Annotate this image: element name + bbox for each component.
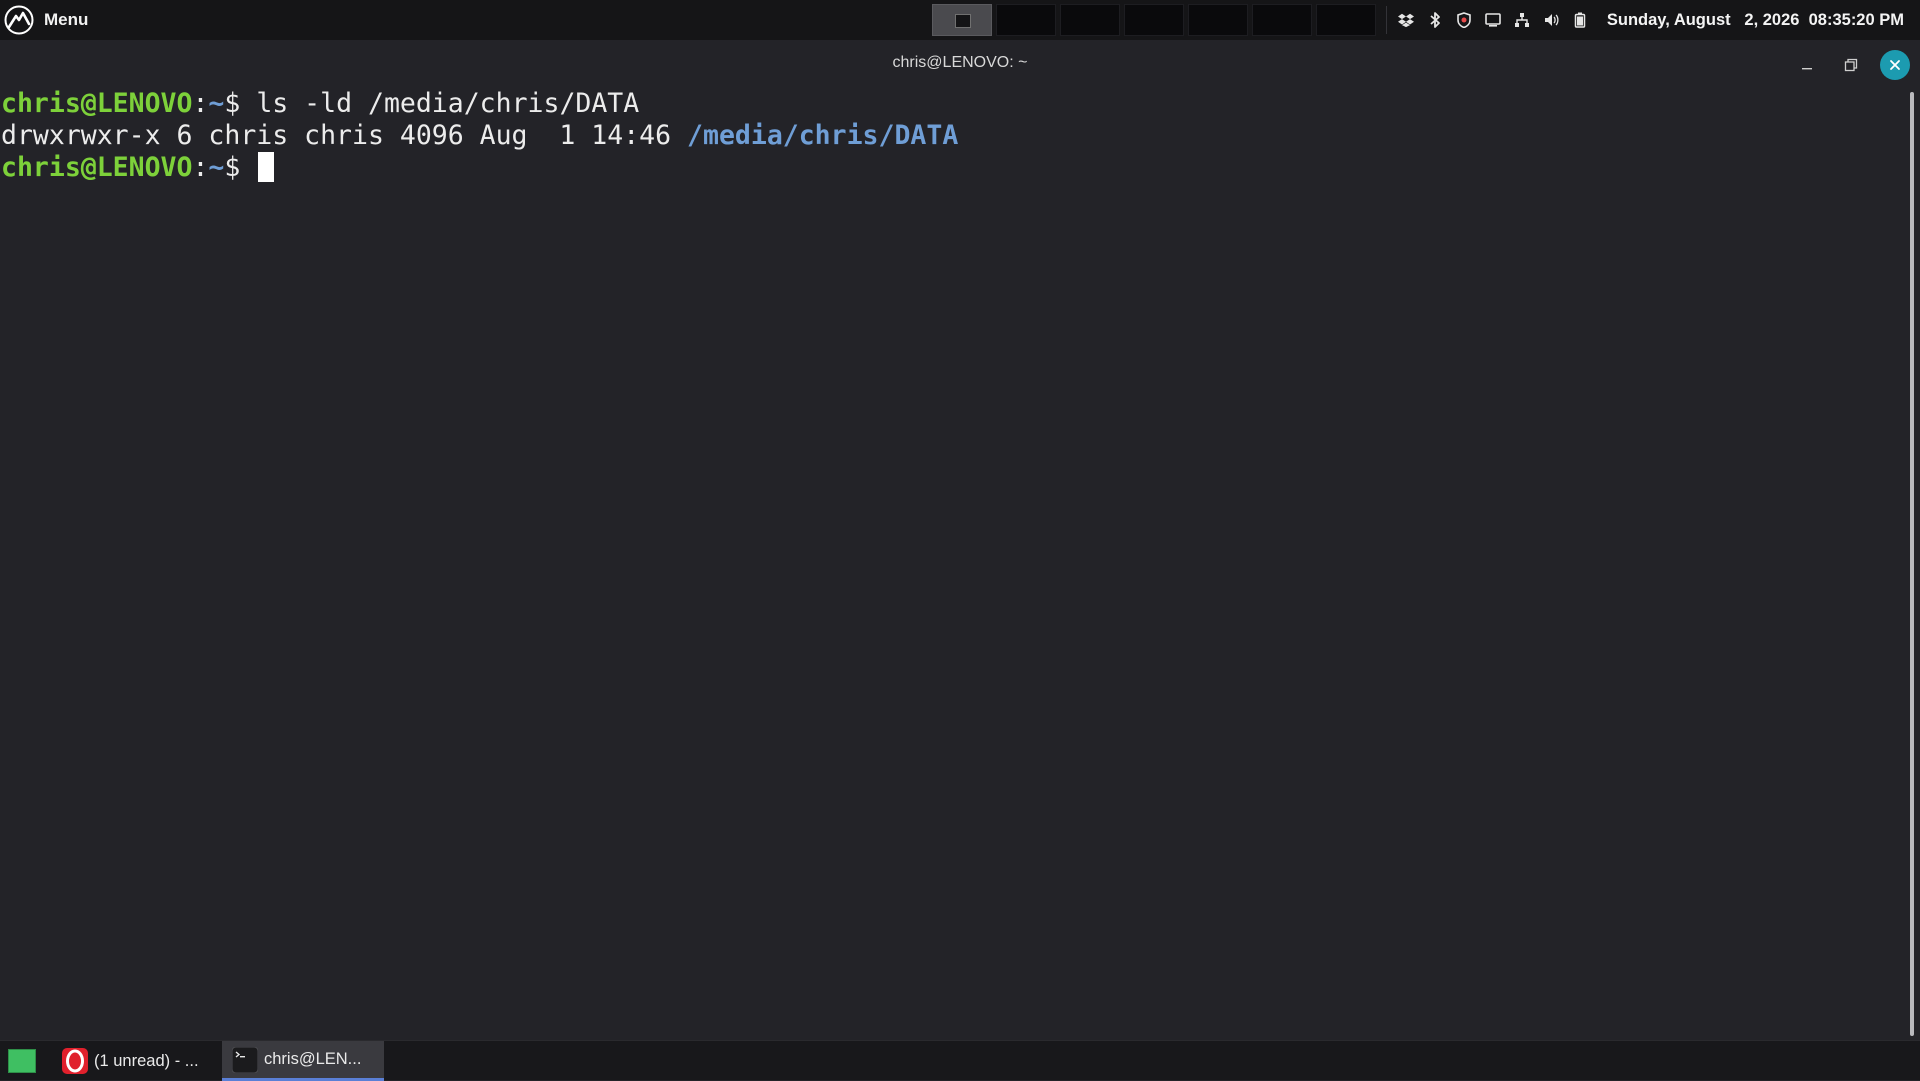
terminal-line-output: drwxrwxr-x 6 chris chris 4096 Aug 1 14:4… — [1, 120, 1910, 152]
prompt-user-host: chris@LENOVO — [1, 152, 193, 183]
workspace-7[interactable] — [1316, 4, 1376, 36]
workspace-6[interactable] — [1252, 4, 1312, 36]
taskbar-item-label: (1 unread) - ... — [94, 1051, 199, 1070]
workspace-4[interactable] — [1124, 4, 1184, 36]
listing-output: drwxrwxr-x 6 chris chris 4096 Aug 1 14:4… — [1, 120, 688, 151]
workspace-2[interactable] — [996, 4, 1056, 36]
prompt-user-host: chris@LENOVO — [1, 88, 193, 119]
shield-icon[interactable] — [1456, 12, 1472, 28]
workspace-window-thumbnail — [955, 14, 971, 28]
window-title: chris@LENOVO: ~ — [892, 54, 1028, 71]
clock[interactable]: Sunday, August 2, 2026 08:35:20 PM — [1607, 4, 1904, 36]
prompt-path: ~ — [208, 88, 225, 119]
restore-icon — [1844, 58, 1858, 72]
close-icon — [1890, 60, 1900, 70]
menu-button[interactable]: Menu — [4, 4, 88, 36]
terminal-titlebar[interactable]: chris@LENOVO: ~ — [0, 40, 1920, 88]
display-icon[interactable] — [1485, 12, 1501, 28]
terminal-scrollbar[interactable] — [1910, 92, 1914, 1036]
prompt-path: ~ — [208, 152, 225, 183]
minimize-icon — [1802, 68, 1812, 70]
prompt-colon: : — [192, 152, 209, 183]
prompt-symbol: $ — [224, 88, 257, 119]
system-tray — [1398, 4, 1588, 36]
prompt-colon: : — [192, 88, 209, 119]
bluetooth-icon[interactable] — [1427, 12, 1443, 28]
maximize-button[interactable] — [1836, 50, 1866, 80]
taskbar-item-opera[interactable]: (1 unread) - ... — [52, 1041, 220, 1081]
opera-icon — [62, 1048, 88, 1074]
top-panel: Menu Sunday, August 2, 2026 08:35:20 PM — [0, 0, 1920, 40]
command-text: ls -ld /media/chris/DATA — [256, 88, 640, 119]
taskbar-item-label: chris@LEN... — [264, 1050, 362, 1068]
menu-label: Menu — [44, 10, 89, 29]
panel-separator — [1386, 6, 1387, 34]
terminal-line-prompt: chris@LENOVO:~$ — [1, 152, 1910, 184]
workspace-1[interactable] — [932, 4, 992, 36]
network-icon[interactable] — [1514, 12, 1530, 28]
terminal-line-command: chris@LENOVO:~$ ls -ld /media/chris/DATA — [1, 88, 1910, 120]
menu-logo-icon — [4, 5, 34, 35]
terminal-output[interactable]: chris@LENOVO:~$ ls -ld /media/chris/DATA… — [0, 88, 1910, 1040]
workspace-5[interactable] — [1188, 4, 1248, 36]
close-button[interactable] — [1880, 50, 1910, 80]
prompt-symbol: $ — [224, 152, 257, 183]
workspace-switcher — [932, 4, 1376, 36]
terminal-icon — [232, 1046, 258, 1073]
dropbox-icon[interactable] — [1398, 12, 1414, 28]
show-desktop-button[interactable] — [8, 1049, 36, 1073]
text-cursor — [258, 152, 275, 182]
volume-icon[interactable] — [1543, 12, 1559, 28]
bottom-panel: (1 unread) - ... chris@LEN... — [0, 1040, 1920, 1081]
taskbar-item-terminal[interactable]: chris@LEN... — [222, 1041, 384, 1081]
minimize-button[interactable] — [1792, 50, 1822, 80]
directory-name: /media/chris/DATA — [687, 120, 959, 151]
workspace-3[interactable] — [1060, 4, 1120, 36]
battery-icon[interactable] — [1572, 12, 1588, 28]
